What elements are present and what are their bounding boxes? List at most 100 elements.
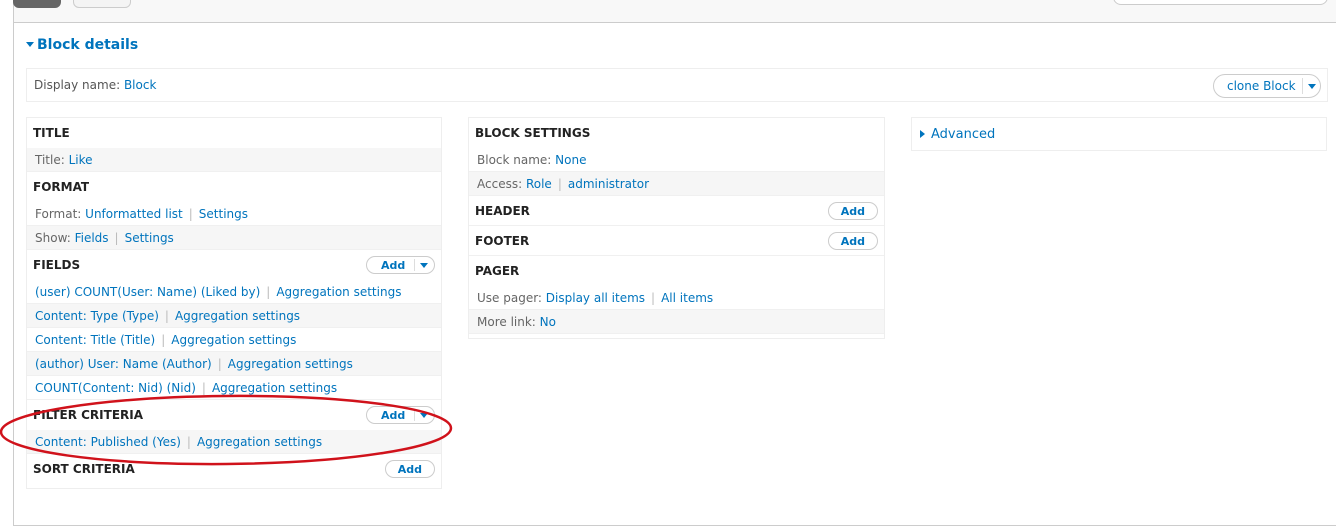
- add-label[interactable]: Add: [381, 259, 414, 272]
- aggregation-settings-link[interactable]: Aggregation settings: [197, 435, 322, 449]
- aggregation-settings-link[interactable]: Aggregation settings: [228, 357, 353, 371]
- divider: [414, 259, 415, 271]
- access-row: Access: Role | administrator: [469, 172, 884, 196]
- section-fields: FIELDS Add: [27, 250, 441, 280]
- add-header-button[interactable]: Add: [827, 202, 878, 220]
- show-settings-link[interactable]: Settings: [125, 231, 174, 245]
- use-pager-row: Use pager: Display all items | All items: [469, 286, 884, 310]
- block-name-row: Block name: None: [469, 148, 884, 172]
- use-pager-label: Use pager:: [477, 291, 542, 305]
- section-heading: FORMAT: [33, 180, 90, 194]
- section-heading: FIELDS: [33, 258, 81, 272]
- block-name-label: Block name:: [477, 153, 552, 167]
- add-label[interactable]: Add: [381, 409, 414, 422]
- divider: [414, 409, 415, 421]
- separator: |: [557, 177, 562, 191]
- separator: |: [114, 231, 119, 245]
- format-link[interactable]: Unformatted list: [85, 207, 183, 221]
- add-footer-button[interactable]: Add: [827, 232, 878, 250]
- clone-block-button[interactable]: clone Block: [1213, 74, 1321, 98]
- field-link[interactable]: (user) COUNT(User: Name) (Liked by): [35, 285, 260, 299]
- section-filter-criteria: FILTER CRITERIA Add: [27, 400, 441, 430]
- section-heading: PAGER: [475, 264, 520, 278]
- field-link[interactable]: (author) User: Name (Author): [35, 357, 212, 371]
- format-row: Format: Unformatted list | Settings: [27, 202, 441, 226]
- access-label: Access:: [477, 177, 523, 191]
- add-field-button[interactable]: Add: [366, 256, 435, 274]
- show-row: Show: Fields | Settings: [27, 226, 441, 250]
- caret-right-icon: [920, 130, 925, 138]
- separator: |: [164, 309, 169, 323]
- caret-down-icon: [26, 42, 34, 47]
- separator: |: [217, 357, 222, 371]
- section-footer: FOOTER Add: [469, 226, 884, 256]
- section-heading: HEADER: [475, 204, 530, 218]
- format-label: Format:: [35, 207, 82, 221]
- column-advanced: Advanced: [911, 117, 1327, 151]
- field-row: (author) User: Name (Author) | Aggregation…: [27, 352, 441, 376]
- toolbar-secondary-button[interactable]: [73, 0, 131, 8]
- title-row: Title: Like: [27, 148, 441, 172]
- field-row: Content: Title (Title) | Aggregation setti…: [27, 328, 441, 352]
- aggregation-settings-link[interactable]: Aggregation settings: [212, 381, 337, 395]
- aggregation-settings-link[interactable]: Aggregation settings: [171, 333, 296, 347]
- section-pager: PAGER: [469, 256, 884, 286]
- clone-block-label[interactable]: clone Block: [1214, 79, 1302, 93]
- display-name-link[interactable]: Block: [124, 78, 156, 92]
- column-main: TITLE Title: Like FORMAT Format: Unforma…: [26, 117, 442, 489]
- access-role-link[interactable]: administrator: [568, 177, 649, 191]
- field-link[interactable]: Content: Type (Type): [35, 309, 159, 323]
- chevron-down-icon[interactable]: [420, 262, 428, 268]
- more-link-value[interactable]: No: [540, 315, 556, 329]
- section-heading: FOOTER: [475, 234, 530, 248]
- divider: [1302, 78, 1303, 94]
- show-label: Show:: [35, 231, 71, 245]
- separator: |: [201, 381, 206, 395]
- section-sort-criteria: SORT CRITERIA Add: [27, 454, 441, 484]
- filter-link[interactable]: Content: Published (Yes): [35, 435, 181, 449]
- add-filter-button[interactable]: Add: [366, 406, 435, 424]
- separator: |: [651, 291, 656, 305]
- field-row: (user) COUNT(User: Name) (Liked by) | Aggr…: [27, 280, 441, 304]
- top-dropdown-button[interactable]: [1113, 0, 1328, 5]
- chevron-down-icon[interactable]: [1308, 83, 1316, 89]
- more-link-label: More link:: [477, 315, 536, 329]
- advanced-toggle[interactable]: Advanced: [912, 118, 1326, 151]
- field-row: Content: Type (Type) | Aggregation setting…: [27, 304, 441, 328]
- section-title: TITLE: [27, 118, 441, 148]
- filter-row: Content: Published (Yes) | Aggregation set…: [27, 430, 441, 454]
- field-link[interactable]: COUNT(Content: Nid) (Nid): [35, 381, 196, 395]
- add-sort-button[interactable]: Add: [384, 460, 435, 478]
- separator: |: [266, 285, 271, 299]
- separator: |: [186, 435, 191, 449]
- title-link[interactable]: Like: [69, 153, 93, 167]
- block-details-toggle[interactable]: Block details: [26, 37, 138, 53]
- display-name-bar: Display name: Block clone Block: [26, 68, 1328, 102]
- chevron-down-icon[interactable]: [420, 412, 428, 418]
- format-settings-link[interactable]: Settings: [199, 207, 248, 221]
- section-heading: FILTER CRITERIA: [33, 408, 144, 422]
- title-label: Title:: [35, 153, 65, 167]
- block-name-link[interactable]: None: [555, 153, 586, 167]
- section-header: HEADER Add: [469, 196, 884, 226]
- access-link[interactable]: Role: [526, 177, 552, 191]
- field-link[interactable]: Content: Title (Title): [35, 333, 155, 347]
- column-settings: BLOCK SETTINGS Block name: None Access: …: [468, 117, 885, 339]
- aggregation-settings-link[interactable]: Aggregation settings: [276, 285, 401, 299]
- advanced-label[interactable]: Advanced: [931, 127, 995, 142]
- pager-items-link[interactable]: All items: [661, 291, 713, 305]
- toolbar-primary-button[interactable]: [13, 0, 61, 8]
- section-heading: SORT CRITERIA: [33, 462, 135, 476]
- section-format: FORMAT: [27, 172, 441, 202]
- add-label[interactable]: Add: [398, 463, 422, 476]
- section-block-settings: BLOCK SETTINGS: [469, 118, 884, 148]
- section-heading: BLOCK SETTINGS: [475, 126, 591, 140]
- add-label[interactable]: Add: [841, 205, 865, 218]
- show-link[interactable]: Fields: [75, 231, 109, 245]
- display-name-label: Display name:: [34, 78, 121, 92]
- add-label[interactable]: Add: [841, 235, 865, 248]
- use-pager-link[interactable]: Display all items: [546, 291, 645, 305]
- aggregation-settings-link[interactable]: Aggregation settings: [175, 309, 300, 323]
- separator: |: [161, 333, 166, 347]
- separator: |: [188, 207, 193, 221]
